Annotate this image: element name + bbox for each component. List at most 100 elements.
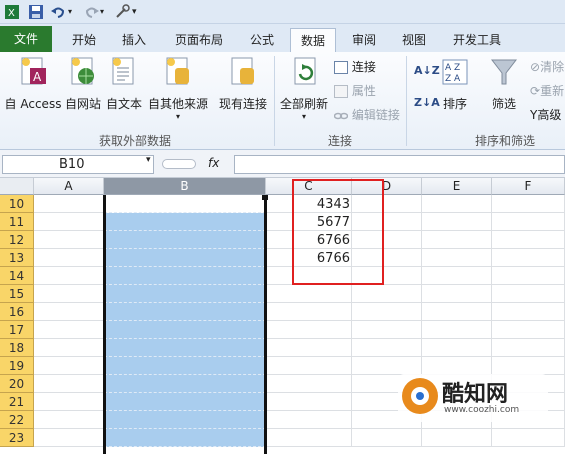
select-all-corner[interactable]: [0, 178, 34, 195]
cell-a19[interactable]: [34, 357, 104, 375]
row-header-15[interactable]: 15: [0, 285, 34, 303]
name-box[interactable]: B10: [2, 155, 154, 174]
cell-f15[interactable]: [492, 285, 565, 303]
cell-f13[interactable]: [492, 249, 565, 267]
row-header-13[interactable]: 13: [0, 249, 34, 267]
cell-a16[interactable]: [34, 303, 104, 321]
formula-bar-resize-handle[interactable]: [162, 159, 196, 169]
clear-filter-button[interactable]: ⊘清除: [530, 58, 564, 75]
cell-e14[interactable]: [422, 267, 492, 285]
cell-a22[interactable]: [34, 411, 104, 429]
cell-d15[interactable]: [352, 285, 422, 303]
cell-b22[interactable]: [104, 411, 266, 429]
cell-e23[interactable]: [422, 429, 492, 447]
cell-a15[interactable]: [34, 285, 104, 303]
existing-connections-button[interactable]: 现有连接: [218, 56, 268, 112]
tools-icon[interactable]: [114, 4, 130, 20]
cell-b11[interactable]: [104, 213, 266, 231]
row-header-17[interactable]: 17: [0, 321, 34, 339]
row-header-11[interactable]: 11: [0, 213, 34, 231]
row-header-21[interactable]: 21: [0, 393, 34, 411]
cell-e11[interactable]: [422, 213, 492, 231]
cell-e10[interactable]: [422, 195, 492, 213]
tab-view[interactable]: 视图: [392, 28, 436, 52]
customize-qat-icon[interactable]: ▾: [132, 4, 148, 20]
cell-d18[interactable]: [352, 339, 422, 357]
cell-a10[interactable]: [34, 195, 104, 213]
cell-e13[interactable]: [422, 249, 492, 267]
insert-function-icon[interactable]: fx: [208, 156, 219, 170]
row-header-22[interactable]: 22: [0, 411, 34, 429]
cell-d19[interactable]: [352, 357, 422, 375]
cell-f18[interactable]: [492, 339, 565, 357]
edit-links-button[interactable]: 编辑链接: [333, 106, 400, 123]
cell-e17[interactable]: [422, 321, 492, 339]
cell-b17[interactable]: [104, 321, 266, 339]
cell-a18[interactable]: [34, 339, 104, 357]
cell-f23[interactable]: [492, 429, 565, 447]
cell-f10[interactable]: [492, 195, 565, 213]
from-access-button[interactable]: A 自 Access: [4, 56, 62, 112]
cell-a14[interactable]: [34, 267, 104, 285]
reapply-filter-button[interactable]: ⟳重新: [530, 82, 564, 99]
cell-d23[interactable]: [352, 429, 422, 447]
formula-input[interactable]: [234, 155, 565, 174]
cell-b13[interactable]: [104, 249, 266, 267]
cell-b15[interactable]: [104, 285, 266, 303]
tab-file[interactable]: 文件: [0, 26, 52, 52]
row-header-16[interactable]: 16: [0, 303, 34, 321]
from-text-button[interactable]: 自文本: [104, 56, 144, 112]
cell-b18[interactable]: [104, 339, 266, 357]
tab-developer[interactable]: 开发工具: [444, 28, 510, 52]
cell-c15[interactable]: [266, 285, 352, 303]
cell-c17[interactable]: [266, 321, 352, 339]
cell-c19[interactable]: [266, 357, 352, 375]
cell-e12[interactable]: [422, 231, 492, 249]
row-header-18[interactable]: 18: [0, 339, 34, 357]
row-header-20[interactable]: 20: [0, 375, 34, 393]
row-header-14[interactable]: 14: [0, 267, 34, 285]
cell-f16[interactable]: [492, 303, 565, 321]
cell-c23[interactable]: [266, 429, 352, 447]
cell-c16[interactable]: [266, 303, 352, 321]
cell-c22[interactable]: [266, 411, 352, 429]
row-header-23[interactable]: 23: [0, 429, 34, 447]
cell-a12[interactable]: [34, 231, 104, 249]
cell-b19[interactable]: [104, 357, 266, 375]
connections-button[interactable]: 连接: [334, 58, 376, 75]
tab-formulas[interactable]: 公式: [240, 28, 284, 52]
row-header-10[interactable]: 10: [0, 195, 34, 213]
cell-b12[interactable]: [104, 231, 266, 249]
tab-home[interactable]: 开始: [62, 28, 106, 52]
save-icon[interactable]: [28, 4, 44, 20]
cell-a11[interactable]: [34, 213, 104, 231]
cell-f12[interactable]: [492, 231, 565, 249]
column-header-b[interactable]: B: [104, 178, 266, 195]
sort-az-icon[interactable]: A↓Z: [414, 64, 440, 77]
advanced-filter-button[interactable]: Y高级: [530, 106, 561, 123]
column-header-e[interactable]: E: [422, 178, 492, 195]
cell-c20[interactable]: [266, 375, 352, 393]
filter-button[interactable]: 筛选: [484, 56, 524, 112]
tab-page-layout[interactable]: 页面布局: [166, 28, 232, 52]
cell-d16[interactable]: [352, 303, 422, 321]
name-box-dropdown-icon[interactable]: ▾: [146, 155, 151, 165]
cell-e18[interactable]: [422, 339, 492, 357]
properties-button[interactable]: 属性: [334, 82, 376, 99]
cell-b16[interactable]: [104, 303, 266, 321]
cell-b23[interactable]: [104, 429, 266, 447]
column-header-a[interactable]: A: [34, 178, 104, 195]
undo-dropdown-icon[interactable]: ▾: [68, 4, 84, 20]
cell-b20[interactable]: [104, 375, 266, 393]
cell-c18[interactable]: [266, 339, 352, 357]
tab-data[interactable]: 数据: [290, 28, 336, 52]
row-header-12[interactable]: 12: [0, 231, 34, 249]
cell-a13[interactable]: [34, 249, 104, 267]
tab-insert[interactable]: 插入: [112, 28, 156, 52]
cell-c21[interactable]: [266, 393, 352, 411]
cell-b10[interactable]: [104, 195, 266, 213]
cell-e16[interactable]: [422, 303, 492, 321]
from-web-button[interactable]: 自网站: [64, 56, 102, 112]
cell-d17[interactable]: [352, 321, 422, 339]
redo-icon[interactable]: [84, 4, 100, 20]
